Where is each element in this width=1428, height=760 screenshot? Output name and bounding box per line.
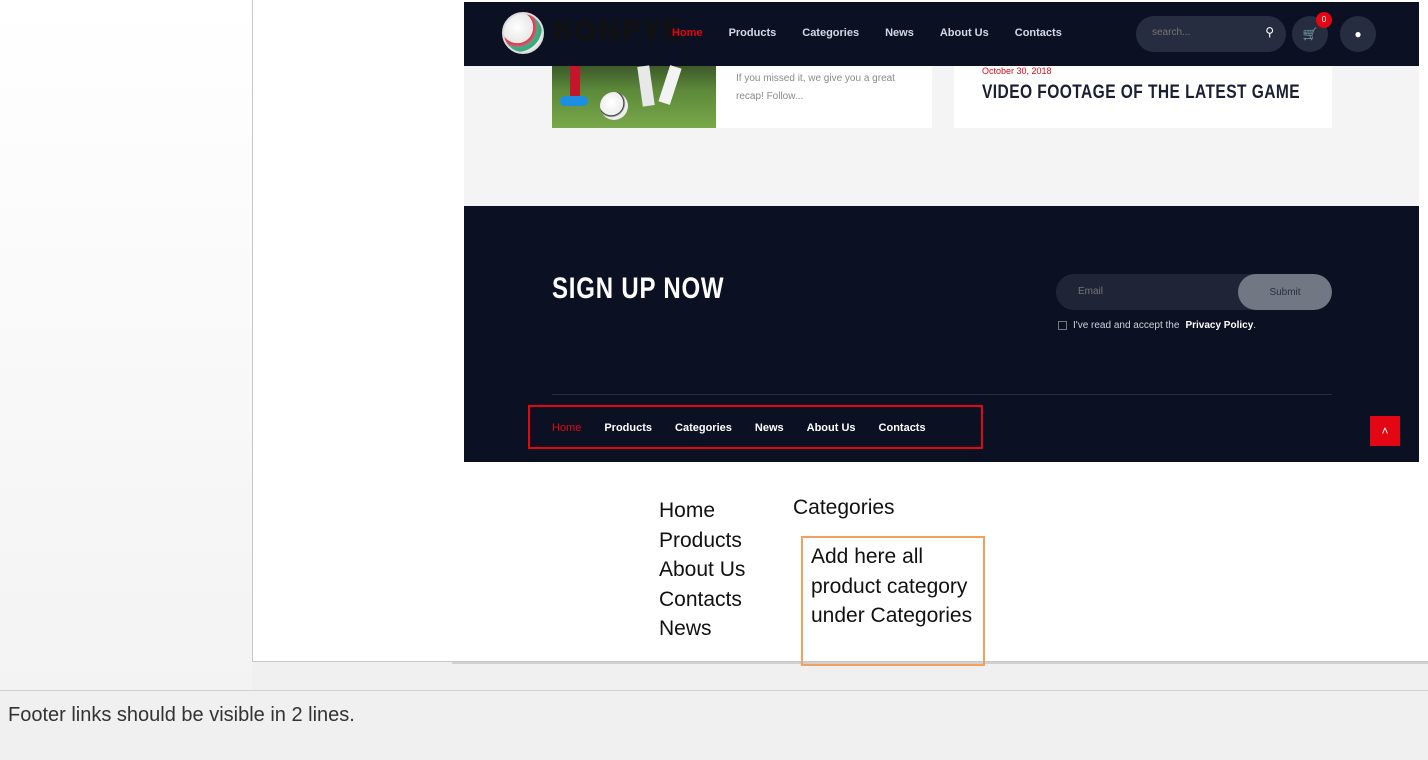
nav-news[interactable]: News <box>885 27 914 39</box>
privacy-suffix: . <box>1253 320 1257 331</box>
left-background <box>0 0 252 690</box>
search-icon[interactable]: ⚲ <box>1265 25 1274 39</box>
privacy-checkbox[interactable] <box>1058 321 1067 330</box>
annotation-link: Products <box>659 528 742 552</box>
player-leg <box>570 66 580 100</box>
news-date: October 30, 2018 <box>982 66 1052 76</box>
nav-contacts[interactable]: Contacts <box>1015 27 1062 39</box>
submit-button[interactable]: Submit <box>1238 274 1332 310</box>
news-excerpt: If you missed it, we give you a great re… <box>736 73 895 102</box>
nav-products[interactable]: Products <box>729 27 777 39</box>
privacy-link[interactable]: Privacy Policy <box>1185 320 1253 331</box>
player-leg <box>658 65 682 105</box>
news-image[interactable] <box>552 65 716 128</box>
annotation-link: About Us <box>659 558 746 581</box>
cart-badge: 0 <box>1316 12 1332 28</box>
header-nav: Home Products Categories News About Us C… <box>672 27 1088 39</box>
logo-ball-icon[interactable] <box>502 12 544 54</box>
privacy-text: I've read and accept the <box>1073 320 1180 331</box>
player-shoe <box>560 96 588 106</box>
nav-about-us[interactable]: About Us <box>940 27 989 39</box>
issue-description: Footer links should be visible in 2 line… <box>8 704 355 726</box>
cart-icon: 🛒 <box>1302 27 1318 41</box>
annotation-link: News <box>659 617 712 640</box>
news-card[interactable]: If you missed it, we give you a great re… <box>552 65 932 128</box>
panel-divider <box>0 690 1428 691</box>
highlight-rectangle <box>528 405 983 449</box>
logo-text[interactable]: BONPYE <box>552 16 682 47</box>
user-button[interactable]: ● <box>1340 16 1376 52</box>
website-screenshot: BONPYE Home Products Categories News Abo… <box>464 2 1419 462</box>
player-leg <box>637 65 655 107</box>
annotation-link-list: Home Products About Us Contacts News <box>659 496 745 644</box>
news-card[interactable]: October 30, 2018 VIDEO FOOTAGE OF THE LA… <box>954 66 1332 128</box>
signup-title: SIGN UP NOW <box>552 272 725 305</box>
annotation-note-box: Add here all product category under Cate… <box>801 536 985 666</box>
news-title[interactable]: VIDEO FOOTAGE OF THE LATEST GAME <box>982 82 1300 104</box>
search-box: ⚲ <box>1136 16 1286 52</box>
chevron-up-icon: ˄ <box>1381 424 1389 438</box>
privacy-consent: I've read and accept the Privacy Policy. <box>1058 320 1256 331</box>
user-icon: ● <box>1354 27 1362 41</box>
nav-home[interactable]: Home <box>672 27 703 39</box>
cart-button[interactable]: 🛒 0 <box>1292 12 1332 52</box>
annotation-categories-heading: Categories <box>793 496 895 519</box>
site-footer: SIGN UP NOW Submit I've read and accept … <box>464 206 1419 462</box>
annotation-link: Home <box>659 499 716 522</box>
search-input[interactable] <box>1150 26 1254 39</box>
annotation-link: Contacts <box>659 587 742 611</box>
scroll-top-button[interactable]: ˄ <box>1370 416 1400 446</box>
site-header: BONPYE Home Products Categories News Abo… <box>464 2 1419 66</box>
email-form: Submit <box>1056 274 1332 310</box>
nav-categories[interactable]: Categories <box>802 27 859 39</box>
email-input[interactable] <box>1076 285 1230 298</box>
footer-divider <box>552 394 1332 395</box>
soccer-ball-icon <box>600 92 628 120</box>
